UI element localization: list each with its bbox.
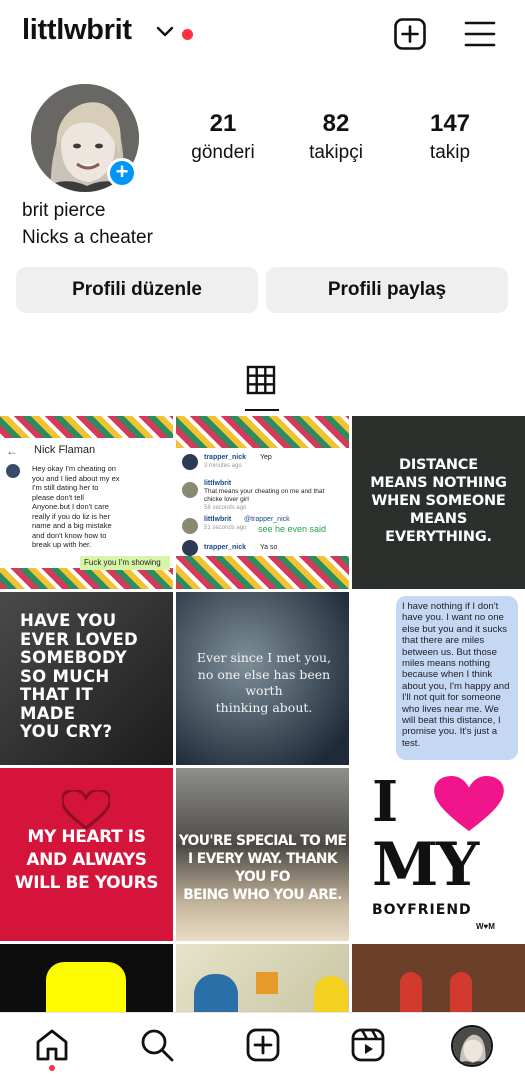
quote-line: MEANS — [409, 511, 468, 527]
stat-posts[interactable]: 21 gönderi — [168, 110, 278, 164]
quote-line: BEING WHO YOU ARE. — [183, 887, 342, 903]
comment-user: trapper_nick — [204, 544, 247, 551]
reels-icon[interactable] — [350, 1027, 386, 1063]
quote-line: AND ALWAYS — [26, 850, 147, 870]
comment-user: littlwbrit — [204, 480, 232, 487]
post-tile[interactable]: HAVE YOU EVER LOVED SOMEBODY SO MUCH THA… — [0, 592, 173, 765]
add-story-button[interactable]: + — [107, 158, 137, 188]
notification-dot — [49, 1065, 55, 1071]
profile-avatar[interactable] — [451, 1025, 493, 1067]
comment-text: That means your cheating on me and that … — [204, 488, 325, 503]
post-tile[interactable]: ← Nick Flaman Hey okay I'm cheating on y… — [0, 416, 173, 589]
post-tile[interactable]: DISTANCE MEANS NOTHING WHEN SOMEONE MEAN… — [352, 416, 525, 589]
search-icon[interactable] — [139, 1027, 175, 1063]
chat-contact: Nick Flaman — [34, 444, 96, 456]
stat-posts-count: 21 — [209, 110, 237, 137]
stat-following[interactable]: 147 takip — [395, 110, 505, 164]
quote-line: THAT IT — [20, 685, 94, 704]
plus-square-icon[interactable] — [393, 17, 427, 51]
quote-line: SOMEBODY — [20, 648, 128, 667]
post-tile[interactable] — [352, 944, 525, 1012]
comment-user: littlwbrit — [204, 516, 232, 523]
home-icon[interactable] — [34, 1027, 70, 1063]
quote-line: YOU CRY? — [20, 722, 113, 741]
heart-icon — [62, 790, 110, 830]
heart-icon — [434, 776, 504, 832]
comment-time: 58 seconds ago — [204, 505, 247, 511]
stat-posts-label: gönderi — [191, 142, 255, 163]
stat-followers-count: 82 — [322, 110, 350, 137]
chevron-down-icon[interactable] — [156, 26, 174, 38]
post-tile[interactable] — [0, 944, 173, 1012]
quote-line: YOU'RE SPECIAL TO ME — [178, 833, 347, 849]
quote-line: I EVERY WAY. THANK YOU FO — [188, 851, 338, 885]
quote-line: MY — [372, 830, 479, 900]
profile-picture[interactable]: + — [31, 84, 139, 192]
post-tile[interactable]: I MY BOYFRIEND W♥M — [352, 768, 525, 941]
snapchat-icon — [46, 962, 126, 1012]
display-name: brit pierce — [22, 200, 106, 221]
chat-reply: Fuck you I'm showing — [80, 556, 170, 570]
comment-text: Yep — [260, 454, 272, 461]
share-profile-button[interactable]: Profili paylaş — [266, 267, 508, 313]
post-tile[interactable]: MY HEART IS AND ALWAYS WILL BE YOURS — [0, 768, 173, 941]
chat-message: Hey okay I'm cheating on you and I lied … — [32, 464, 120, 549]
watermark-text: W♥M — [476, 922, 495, 931]
quote-line: thinking about. — [215, 699, 313, 715]
stat-following-label: takip — [429, 142, 471, 163]
notification-dot — [182, 29, 193, 40]
comment-overlay-text: see he even said — [258, 524, 327, 534]
comment-time: 3 minutes ago — [204, 463, 242, 469]
quote-line: MEANS NOTHING — [370, 475, 507, 491]
stat-following-count: 147 — [429, 110, 471, 137]
top-header: littlwbrit — [0, 0, 525, 68]
quote-line: Ever since I met you, — [196, 650, 332, 665]
grid-icon[interactable] — [246, 365, 276, 395]
post-tile[interactable]: I have nothing if I don't have you. I wa… — [352, 592, 525, 765]
quote-line: MADE — [20, 703, 76, 723]
profile-tabs — [0, 358, 525, 414]
post-tile[interactable]: YOU'RE SPECIAL TO ME I EVERY WAY. THANK … — [176, 768, 349, 941]
quote-line: DISTANCE — [399, 457, 478, 473]
quote-line: SO MUCH — [20, 666, 110, 686]
comment-mention: @trapper_nick — [244, 516, 290, 523]
quote-line: EVERYTHING. — [385, 529, 492, 545]
quote-line: I — [372, 769, 399, 835]
quote-line: no one else has been worth — [197, 666, 331, 699]
quote-line: HAVE YOU — [20, 611, 117, 630]
active-tab-indicator — [245, 409, 279, 411]
stat-followers-label: takipçi — [309, 142, 363, 163]
comment-text: Ya so — [260, 544, 278, 551]
quote-line: WILL BE YOURS — [14, 873, 159, 893]
bottom-navigation — [0, 1012, 525, 1080]
post-tile[interactable]: trapper_nick Yep 3 minutes ago littlwbri… — [176, 416, 349, 589]
quote-line: WHEN SOMEONE — [371, 493, 506, 509]
bio-text: Nicks a cheater — [22, 227, 153, 248]
stat-followers[interactable]: 82 takipçi — [281, 110, 391, 164]
comment-time: 51 seconds ago — [204, 525, 247, 531]
quote-line: MY HEART IS — [27, 827, 146, 847]
quote-line: BOYFRIEND — [372, 902, 472, 918]
edit-profile-button[interactable]: Profili düzenle — [16, 267, 258, 313]
quote-line: EVER LOVED — [20, 629, 139, 649]
hamburger-menu-icon[interactable] — [463, 17, 497, 51]
post-tile[interactable] — [176, 944, 349, 1012]
comment-user: trapper_nick — [204, 454, 247, 461]
message-bubble: I have nothing if I don't have you. I wa… — [396, 596, 518, 760]
create-icon[interactable] — [245, 1027, 281, 1063]
username-switcher[interactable]: littlwbrit — [22, 14, 132, 47]
post-tile[interactable]: Ever since I met you, no one else has be… — [176, 592, 349, 765]
